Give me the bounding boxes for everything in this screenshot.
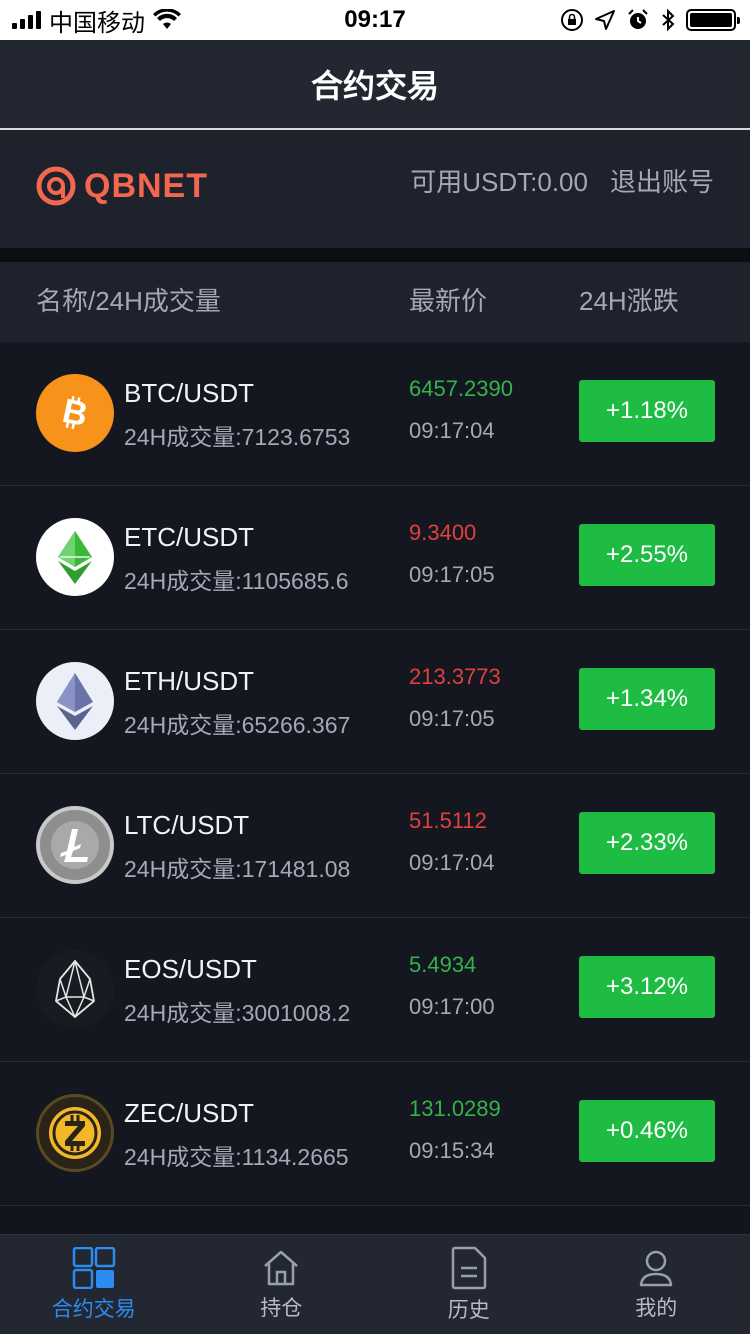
pair-volume: 24H成交量:1105685.6 <box>124 568 349 594</box>
change-badge[interactable]: +2.33% <box>579 812 715 874</box>
pair-name: ETH/USDT <box>124 666 254 696</box>
pair-price: 131.0289 <box>409 1096 501 1121</box>
section-divider <box>0 248 750 262</box>
rotation-lock-icon <box>561 9 583 31</box>
market-list: B BTC/USDT 24H成交量:7123.6753 6457.2390 09… <box>0 342 750 1206</box>
battery-icon <box>686 9 740 31</box>
pair-time: 09:17:04 <box>409 418 495 443</box>
status-bar: 中国移动 09:17 <box>0 0 750 40</box>
tab-profile[interactable]: 我的 <box>563 1235 750 1334</box>
pair-volume: 24H成交量:1134.2665 <box>124 1144 349 1170</box>
pair-time: 09:17:04 <box>409 850 495 875</box>
pair-volume: 24H成交量:7123.6753 <box>124 424 351 450</box>
market-row[interactable]: B BTC/USDT 24H成交量:7123.6753 6457.2390 09… <box>0 342 750 486</box>
eos-icon <box>36 950 114 1028</box>
qbnet-logo-icon <box>36 166 76 206</box>
pair-name: ETC/USDT <box>124 522 254 552</box>
column-header: 名称/24H成交量 最新价 24H涨跌 <box>0 262 750 342</box>
alarm-icon <box>628 9 648 29</box>
pair-volume: 24H成交量:171481.08 <box>124 856 351 882</box>
brand-name: QBNET <box>84 166 208 205</box>
brand-logo: QBNET <box>36 166 208 206</box>
market-row[interactable]: LTC/USDT 24H成交量:171481.08 51.5112 09:17:… <box>0 774 750 918</box>
pair-time: 09:17:00 <box>409 994 495 1019</box>
ethereum-icon <box>36 662 114 740</box>
change-badge[interactable]: +1.18% <box>579 380 715 442</box>
market-row[interactable]: EOS/USDT 24H成交量:3001008.2 5.4934 09:17:0… <box>0 918 750 1062</box>
pair-price: 51.5112 <box>409 808 487 833</box>
document-icon <box>451 1246 486 1289</box>
tab-bar: 合约交易 持仓 历史 我的 <box>0 1234 750 1334</box>
location-icon <box>595 10 615 30</box>
pair-name: LTC/USDT <box>124 810 250 840</box>
column-change: 24H涨跌 <box>579 286 679 316</box>
page-title: 合约交易 <box>0 40 750 128</box>
change-badge[interactable]: +1.34% <box>579 668 715 730</box>
pair-time: 09:15:34 <box>409 1138 495 1163</box>
user-icon <box>640 1250 673 1286</box>
change-badge[interactable]: +3.12% <box>579 956 715 1018</box>
ethereum-classic-icon <box>36 518 114 596</box>
pair-name: EOS/USDT <box>124 954 257 984</box>
usdt-balance: 可用USDT:0.00 <box>410 166 588 197</box>
pair-volume: 24H成交量:65266.367 <box>124 712 351 738</box>
svg-text:B: B <box>59 392 91 434</box>
pair-price: 213.3773 <box>409 664 501 689</box>
bluetooth-icon <box>662 8 675 32</box>
status-right <box>560 0 740 40</box>
tab-label: 我的 <box>635 1296 678 1320</box>
logout-button[interactable]: 退出账号 <box>610 162 714 199</box>
tab-label: 合约交易 <box>51 1297 136 1321</box>
pair-time: 09:17:05 <box>409 562 495 587</box>
home-icon <box>264 1250 299 1285</box>
change-badge[interactable]: +0.46% <box>579 1100 715 1162</box>
bitcoin-icon: B <box>36 374 114 452</box>
account-bar: QBNET 可用USDT:0.00 退出账号 <box>0 130 750 248</box>
zcash-icon <box>36 1094 114 1172</box>
pair-volume: 24H成交量:3001008.2 <box>124 1000 351 1026</box>
market-row[interactable]: ETH/USDT 24H成交量:65266.367 213.3773 09:17… <box>0 630 750 774</box>
change-badge[interactable]: +2.55% <box>579 524 715 586</box>
column-name: 名称/24H成交量 <box>36 286 221 316</box>
tab-trade[interactable]: 合约交易 <box>0 1235 188 1334</box>
account-actions: 可用USDT:0.00 退出账号 <box>410 130 714 230</box>
market-row[interactable]: ETC/USDT 24H成交量:1105685.6 9.3400 09:17:0… <box>0 486 750 630</box>
tab-label: 持仓 <box>260 1296 303 1320</box>
market-row[interactable]: ZEC/USDT 24H成交量:1134.2665 131.0289 09:15… <box>0 1062 750 1206</box>
column-price: 最新价 <box>409 286 488 316</box>
pair-price: 9.3400 <box>409 520 477 545</box>
litecoin-icon <box>36 806 114 884</box>
tab-history[interactable]: 历史 <box>375 1235 563 1334</box>
grid-icon <box>72 1246 115 1289</box>
pair-price: 5.4934 <box>409 952 477 977</box>
pair-name: BTC/USDT <box>124 378 254 408</box>
pair-price: 6457.2390 <box>409 376 513 401</box>
tab-label: 历史 <box>447 1298 490 1322</box>
pair-name: ZEC/USDT <box>124 1098 254 1128</box>
tab-positions[interactable]: 持仓 <box>188 1235 376 1334</box>
pair-time: 09:17:05 <box>409 706 495 731</box>
